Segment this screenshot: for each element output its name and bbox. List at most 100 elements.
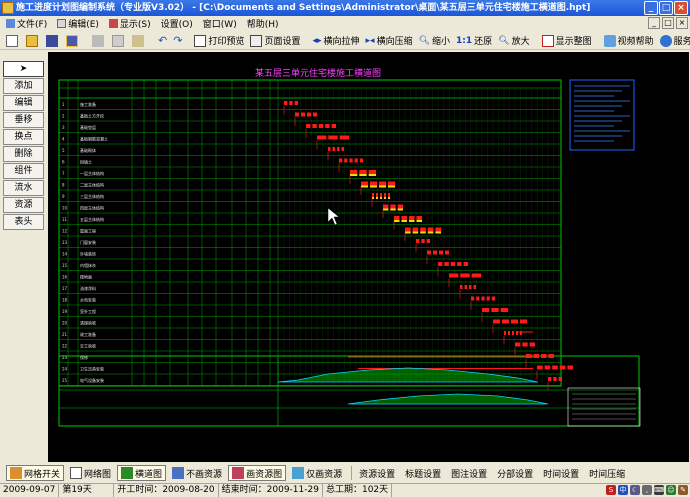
task-bar xyxy=(420,227,426,232)
task-bar xyxy=(529,342,535,347)
task-bar xyxy=(511,319,518,324)
mdi-restore-button[interactable]: □ xyxy=(662,17,674,29)
task-bar xyxy=(449,273,459,278)
task-name: 水电安装 xyxy=(80,297,96,303)
legend-lines xyxy=(574,85,630,142)
task-index: 8 xyxy=(62,183,65,188)
menu-help[interactable]: 帮助(H) xyxy=(243,17,283,31)
tools-icon[interactable]: ✎ xyxy=(678,485,688,495)
task-bar xyxy=(469,285,472,289)
resource-chart-icon xyxy=(232,467,245,479)
delete-button[interactable]: 删除 xyxy=(3,146,44,162)
task-bar xyxy=(416,239,420,243)
grid-icon xyxy=(10,467,22,479)
save-icon xyxy=(46,34,58,47)
edit-button[interactable]: 编辑 xyxy=(3,95,44,111)
gantt-chart-svg: 某五层三单元住宅楼施工横道图 1 施工准备 2 基础土方开挖 3 基础垫层 4 基础钢筋混凝土… xyxy=(58,67,641,427)
stretch-horizontal-button[interactable]: ◂▸ 横向拉伸 xyxy=(309,33,362,49)
task-bar xyxy=(325,124,330,128)
video-help-button[interactable]: 视频帮助 xyxy=(601,33,657,49)
zoom-in-button[interactable]: 🔍︎ 放大 xyxy=(495,33,532,49)
minimize-button[interactable]: _ xyxy=(644,1,658,15)
draw-only-resource-button[interactable]: 仅画资源 xyxy=(288,465,346,481)
app-icon xyxy=(2,2,14,14)
show-all-button[interactable]: 显示整图 xyxy=(539,33,595,49)
print-preview-button[interactable]: 打印预览 xyxy=(191,33,247,49)
task-bar xyxy=(473,285,476,289)
flow-button[interactable]: 流水 xyxy=(3,180,44,196)
forum-button[interactable]: 服务论坛 xyxy=(657,33,690,49)
grid-toggle-button[interactable]: 网格开关 xyxy=(6,465,65,481)
add-button[interactable]: 添加 xyxy=(3,78,44,94)
undo-button[interactable]: ↶ xyxy=(155,33,170,49)
task-name: 基础砌体 xyxy=(80,147,96,153)
punctuation-icon[interactable]: , xyxy=(642,485,652,495)
moon-icon[interactable]: ☾ xyxy=(630,485,640,495)
task-bar xyxy=(493,319,500,324)
copy-icon xyxy=(112,34,124,47)
ime-icon[interactable]: S xyxy=(606,485,616,495)
task-bar xyxy=(433,250,437,255)
menu-edit[interactable]: 编辑(E) xyxy=(53,17,103,31)
resource-settings-button[interactable]: 资源设置 xyxy=(355,465,399,481)
mdi-close-button[interactable]: × xyxy=(676,17,688,29)
task-index: 23 xyxy=(62,355,68,360)
task-bar xyxy=(427,250,431,255)
component-button[interactable]: 组件 xyxy=(3,163,44,179)
menu-settings[interactable]: 设置(O) xyxy=(157,17,197,31)
redo-button[interactable]: ↷ xyxy=(170,33,185,49)
network-view-button[interactable]: 网络图 xyxy=(66,465,115,481)
menu-bar: 文件(F) 编辑(E) 显示(S) 设置(O) 窗口(W) 帮助(H) _ □ … xyxy=(0,16,690,31)
task-index: 5 xyxy=(62,148,65,153)
restore-button[interactable]: 1:1 还原 xyxy=(453,33,495,49)
no-resource-button[interactable]: 不画资源 xyxy=(168,465,226,481)
task-index: 13 xyxy=(62,240,68,245)
task-bar-flow xyxy=(405,231,411,234)
task-bar xyxy=(328,135,338,140)
undo-icon: ↶ xyxy=(158,34,168,47)
page-setup-button[interactable]: 页面设置 xyxy=(247,33,303,49)
open-button[interactable] xyxy=(23,33,43,49)
menu-display[interactable]: 显示(S) xyxy=(105,17,155,31)
cut-button[interactable] xyxy=(89,33,109,49)
zoom-out-button[interactable]: 🔍︎ 缩小 xyxy=(416,33,453,49)
close-button[interactable]: × xyxy=(674,1,688,15)
maximize-button[interactable]: □ xyxy=(659,1,673,15)
menu-window[interactable]: 窗口(W) xyxy=(199,17,241,31)
save-button[interactable] xyxy=(43,33,63,49)
legend-settings-button[interactable]: 图注设置 xyxy=(447,465,491,481)
task-name: 二层主体结构 xyxy=(80,182,104,188)
vertical-move-button[interactable]: 垂移 xyxy=(3,112,44,128)
new-button[interactable] xyxy=(3,33,23,49)
task-name: 卫生洁具安装 xyxy=(80,366,104,372)
resource-button[interactable]: 资源 xyxy=(3,197,44,213)
pointer-tool-button[interactable]: ➤ xyxy=(3,61,44,77)
section-settings-button[interactable]: 分部设置 xyxy=(493,465,537,481)
task-bar-flow xyxy=(435,231,441,234)
drawing-canvas[interactable]: 某五层三单元住宅楼施工横道图 1 施工准备 2 基础土方开挖 3 基础垫层 4 基础钢筋混凝土… xyxy=(48,52,689,462)
save-as-button[interactable] xyxy=(63,33,83,49)
task-bar xyxy=(522,342,528,347)
chinese-input-icon[interactable]: 中 xyxy=(618,485,628,495)
gantt-view-button[interactable]: 横道图 xyxy=(117,465,167,481)
menu-file[interactable]: 文件(F) xyxy=(2,17,51,31)
keyboard-icon[interactable]: ⌨ xyxy=(654,485,664,495)
task-bar xyxy=(421,239,425,243)
paste-button[interactable] xyxy=(129,33,149,49)
time-compress-button[interactable]: 时间压缩 xyxy=(585,465,629,481)
time-settings-button[interactable]: 时间设置 xyxy=(539,465,583,481)
swap-point-button[interactable]: 换点 xyxy=(3,129,44,145)
user-icon[interactable]: ☺ xyxy=(666,485,676,495)
title-settings-button[interactable]: 标题设置 xyxy=(401,465,445,481)
task-name: 油漆涂料 xyxy=(80,285,96,291)
task-bar xyxy=(486,296,490,301)
mdi-minimize-button[interactable]: _ xyxy=(648,17,660,29)
task-name: 室外工程 xyxy=(80,308,96,314)
window-title-bar[interactable]: 施工进度计划图编制系统（专业版V3.02） - [C:\Documents an… xyxy=(0,0,690,16)
compress-horizontal-button[interactable]: ▸◂ 横向压缩 xyxy=(363,33,416,49)
task-index: 9 xyxy=(62,194,65,199)
copy-button[interactable] xyxy=(109,33,129,49)
task-bar-flow xyxy=(361,185,368,188)
draw-resource-button[interactable]: 画资源图 xyxy=(228,465,287,481)
header-button[interactable]: 表头 xyxy=(3,214,44,230)
